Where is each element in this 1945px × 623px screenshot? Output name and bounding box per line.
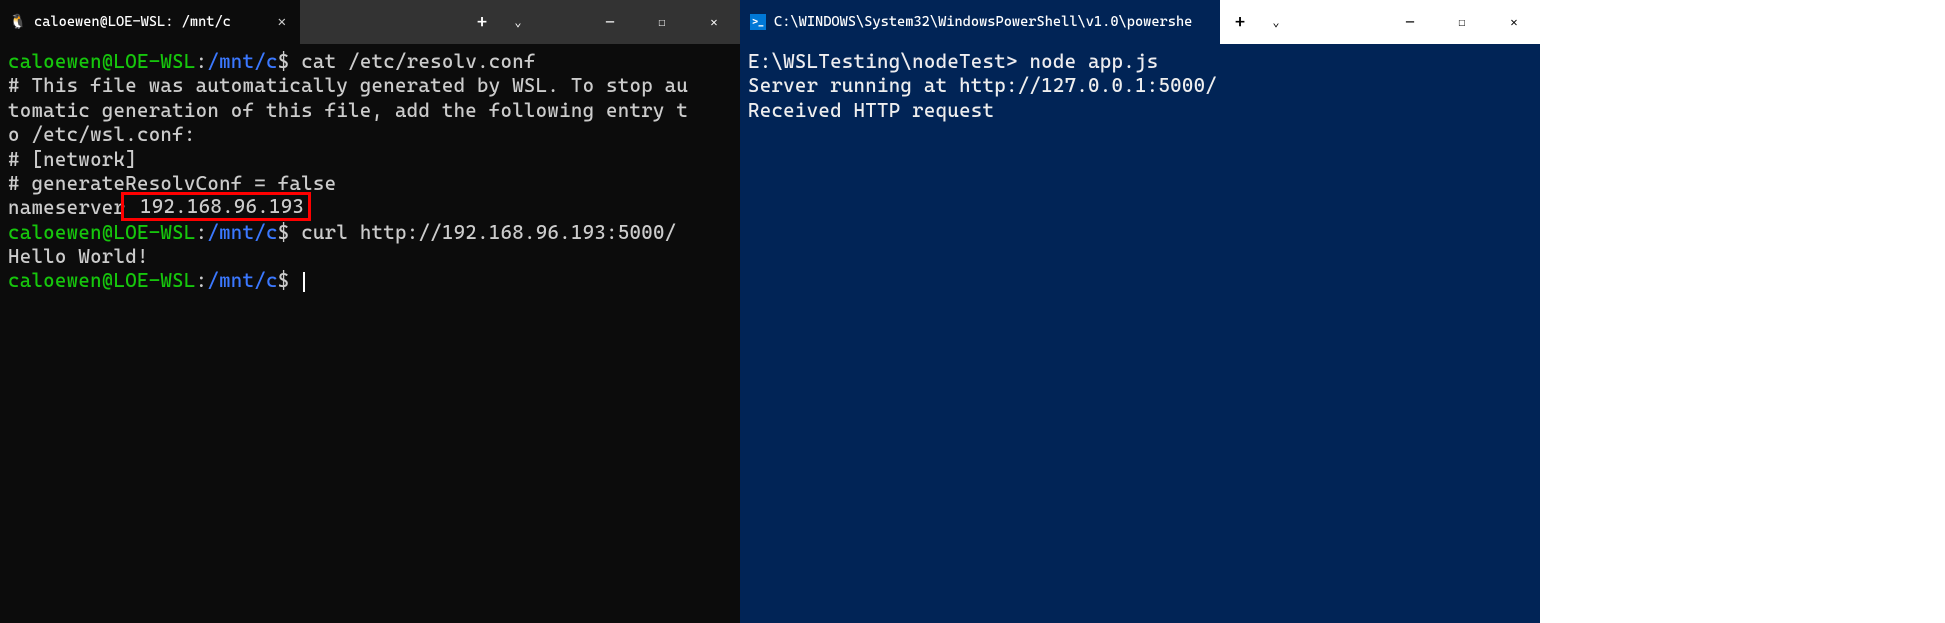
path: /mnt/c xyxy=(207,50,277,73)
tux-icon: 🐧 xyxy=(10,14,26,30)
user-host: caloewen@LOE-WSL xyxy=(8,269,196,292)
output-line: o /etc/wsl.conf: xyxy=(8,123,732,147)
powershell-terminal-content[interactable]: E:\WSLTesting\nodeTest> node app.js Serv… xyxy=(740,44,1540,623)
path: /mnt/c xyxy=(207,269,277,292)
command: node app.js xyxy=(1029,50,1158,73)
tab-dropdown-button[interactable]: ⌄ xyxy=(502,0,534,44)
path: /mnt/c xyxy=(207,221,277,244)
minimize-button[interactable]: ─ xyxy=(584,0,636,44)
powershell-tab-title: C:\WINDOWS\System32\WindowsPowerShell\v1… xyxy=(774,14,1210,30)
output-line: # generateResolvConf = false xyxy=(8,172,732,196)
cursor xyxy=(303,272,305,292)
powershell-titlebar: >_ C:\WINDOWS\System32\WindowsPowerShell… xyxy=(740,0,1540,44)
powershell-terminal-window: >_ C:\WINDOWS\System32\WindowsPowerShell… xyxy=(740,0,1540,623)
wsl-terminal-window: 🐧 caloewen@LOE-WSL: /mnt/c ✕ + ⌄ ─ ☐ ✕ c… xyxy=(0,0,740,623)
user-host: caloewen@LOE-WSL xyxy=(8,221,196,244)
wsl-tab[interactable]: 🐧 caloewen@LOE-WSL: /mnt/c ✕ xyxy=(0,0,300,44)
wsl-titlebar: 🐧 caloewen@LOE-WSL: /mnt/c ✕ + ⌄ ─ ☐ ✕ xyxy=(0,0,740,44)
new-tab-button[interactable]: + xyxy=(1220,0,1260,44)
output-line: Hello World! xyxy=(8,245,732,269)
prompt-line: E:\WSLTesting\nodeTest> node app.js xyxy=(748,50,1532,74)
powershell-tab[interactable]: >_ C:\WINDOWS\System32\WindowsPowerShell… xyxy=(740,0,1220,44)
close-tab-icon[interactable]: ✕ xyxy=(274,14,290,30)
minimize-button[interactable]: ─ xyxy=(1384,0,1436,44)
wsl-tab-title: caloewen@LOE-WSL: /mnt/c xyxy=(34,14,266,30)
user-host: caloewen@LOE-WSL xyxy=(8,50,196,73)
command: curl http://192.168.96.193:5000/ xyxy=(301,221,676,244)
ps-path: E:\WSLTesting\nodeTest> xyxy=(748,50,1018,73)
tab-dropdown-button[interactable]: ⌄ xyxy=(1260,0,1292,44)
prompt-line: caloewen@LOE-WSL:/mnt/c$ curl http://192… xyxy=(8,221,732,245)
output-line: # This file was automatically generated … xyxy=(8,74,732,98)
output-line: # [network] xyxy=(8,148,732,172)
prompt-line: caloewen@LOE-WSL:/mnt/c$ xyxy=(8,269,732,293)
prompt-line: caloewen@LOE-WSL:/mnt/c$ cat /etc/resolv… xyxy=(8,50,732,74)
powershell-window-controls: ─ ☐ ✕ xyxy=(1384,0,1540,44)
maximize-button[interactable]: ☐ xyxy=(636,0,688,44)
powershell-icon: >_ xyxy=(750,14,766,30)
output-line: tomatic generation of this file, add the… xyxy=(8,99,732,123)
command: cat /etc/resolv.conf xyxy=(301,50,536,73)
output-line: Server running at http://127.0.0.1:5000/ xyxy=(748,74,1532,98)
output-line: Received HTTP request xyxy=(748,99,1532,123)
powershell-titlebar-controls: + ⌄ xyxy=(1220,0,1292,44)
close-window-button[interactable]: ✕ xyxy=(688,0,740,44)
wsl-titlebar-controls: + ⌄ ─ ☐ ✕ xyxy=(462,0,740,44)
wsl-terminal-content[interactable]: caloewen@LOE-WSL:/mnt/c$ cat /etc/resolv… xyxy=(0,44,740,623)
maximize-button[interactable]: ☐ xyxy=(1436,0,1488,44)
titlebar-divider xyxy=(534,0,584,44)
output-line: nameserver 192.168.96.193 xyxy=(8,196,732,220)
new-tab-button[interactable]: + xyxy=(462,0,502,44)
close-window-button[interactable]: ✕ xyxy=(1488,0,1540,44)
highlighted-ip: 192.168.96.193 xyxy=(121,192,311,221)
